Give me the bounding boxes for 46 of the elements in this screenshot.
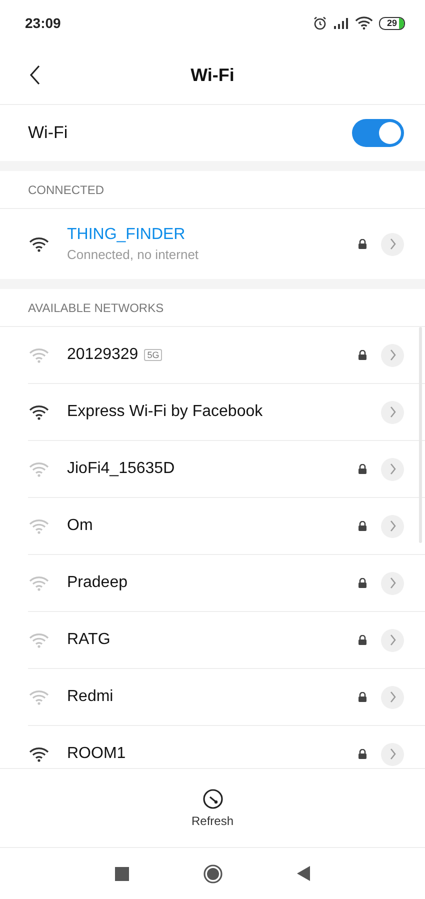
chevron-icon [388,577,396,589]
details-button[interactable] [381,686,404,708]
wifi-icon [355,16,373,30]
details-button[interactable] [381,628,404,652]
page-title: Wi-Fi [190,64,234,86]
battery-level: 29 [386,18,397,28]
refresh-button[interactable]: Refresh [0,768,425,848]
details-button[interactable] [381,232,404,256]
alarm-icon [313,16,327,30]
chevron-icon [388,463,396,475]
chevron-icon [388,349,396,361]
network-name: 20129329 [67,346,138,364]
network-name: Redmi [67,688,114,706]
wifi-switch[interactable] [352,119,404,147]
chevron-icon [388,691,396,703]
connection-status: Connected, no internet [67,247,200,262]
signal-icon [333,17,349,29]
network-name: Pradeep [67,574,128,592]
home-button[interactable] [203,864,223,884]
chevron-icon [388,634,396,646]
wifi-label: Wi-Fi [28,123,68,143]
network-name: RATG [67,631,110,649]
section-heading: CONNECTED [0,171,425,209]
battery-charge-fill [399,18,404,28]
details-button[interactable] [381,572,404,594]
recents-button[interactable] [115,866,129,880]
network-name: ROOM1 [67,745,126,763]
gauge-icon [202,788,224,810]
section-heading: AVAILABLE NETWORKS [0,289,425,327]
details-button[interactable] [381,514,404,538]
band-badge: 5G [144,349,162,361]
details-button[interactable] [381,400,404,424]
clock-time: 23:09 [25,15,61,31]
chevron-icon [388,520,396,532]
network-name: Express Wi-Fi by Facebook [67,403,263,421]
network-name: Om [67,517,93,535]
chevron-icon [388,748,396,760]
details-button[interactable] [381,344,404,366]
chevron-icon [388,238,396,250]
back-button[interactable] [29,65,41,85]
details-button[interactable] [381,458,404,480]
network-name: JioFi4_15635D [67,460,175,478]
network-name: THING_FINDER [67,226,186,244]
details-button[interactable] [381,742,404,766]
back-nav-button[interactable] [297,866,310,881]
chevron-icon [388,406,396,418]
